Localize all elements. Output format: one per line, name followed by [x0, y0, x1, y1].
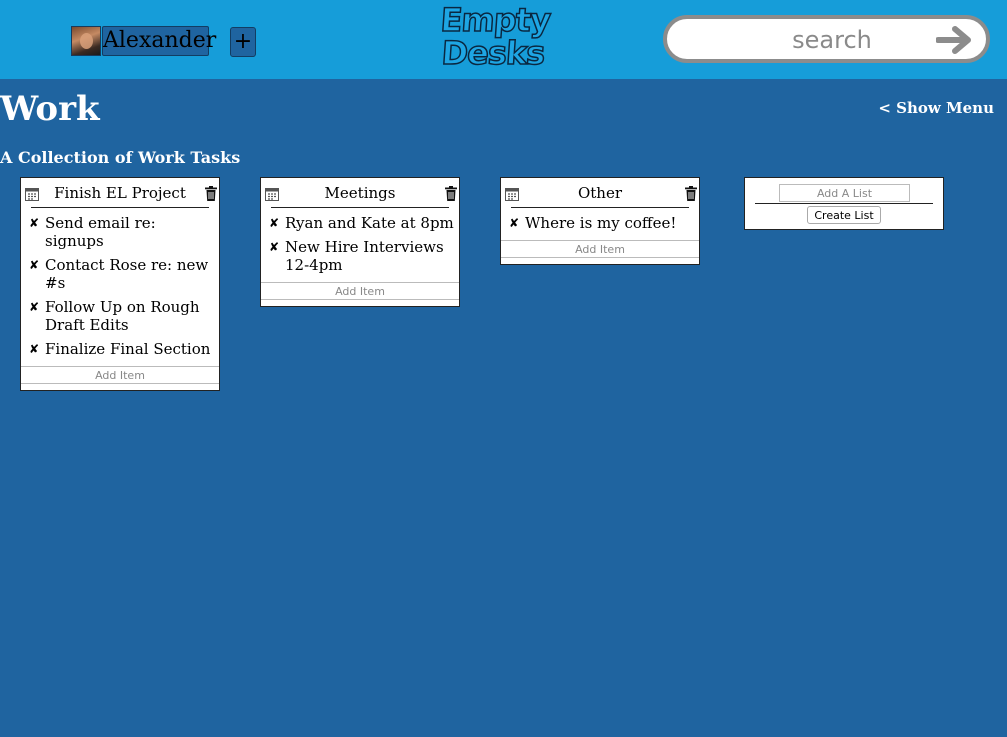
search-input[interactable]	[717, 22, 947, 58]
list-item-text: Ryan and Kate at 8pm	[285, 214, 454, 232]
list-item-text: Contact Rose re: new #s	[45, 256, 209, 292]
add-item-input[interactable]	[501, 240, 699, 258]
add-item-input[interactable]	[261, 282, 459, 300]
list-card: Finish EL Project ✘ Send email re: signup…	[20, 177, 220, 391]
page-subtitle: A Collection of Work Tasks	[0, 148, 241, 167]
top-bar: Alexander + Empty Desks	[0, 0, 1007, 79]
show-menu-link[interactable]: < Show Menu	[878, 99, 994, 117]
list-item: ✘ Send email re: signups	[21, 214, 219, 250]
list-item-text: Send email re: signups	[45, 214, 156, 250]
x-icon[interactable]: ✘	[269, 214, 279, 232]
list-item: ✘ Contact Rose re: new #s	[21, 256, 219, 292]
add-list-input[interactable]	[779, 184, 910, 202]
list-header: Finish EL Project	[25, 178, 217, 208]
list-card: Meetings ✘ Ryan and Kate at 8pm ✘ New Hire…	[260, 177, 460, 307]
search-box	[663, 15, 990, 63]
avatar[interactable]	[71, 26, 101, 56]
list-item: ✘ Where is my coffee!	[501, 214, 699, 232]
list-item: ✘ Follow Up on Rough Draft Edits	[21, 298, 219, 334]
divider	[755, 203, 933, 204]
x-icon[interactable]: ✘	[509, 214, 519, 232]
list-header: Meetings	[265, 178, 457, 208]
list-item-text: Finalize Final Section	[45, 340, 211, 358]
list-title: Finish EL Project	[54, 184, 186, 202]
list-title: Meetings	[324, 184, 396, 202]
list-item: ✘ Ryan and Kate at 8pm	[261, 214, 459, 232]
trash-icon[interactable]	[205, 186, 217, 201]
x-icon[interactable]: ✘	[29, 340, 39, 358]
new-list-card: Create List	[744, 177, 944, 230]
list-item-text: New Hire Interviews 12-4pm	[285, 238, 444, 274]
add-button[interactable]: +	[230, 27, 256, 57]
x-icon[interactable]: ✘	[29, 256, 39, 274]
page-title: Work	[0, 89, 100, 129]
arrow-right-icon[interactable]	[936, 25, 974, 55]
logo-line-2: Desks	[440, 33, 547, 73]
x-icon[interactable]: ✘	[29, 298, 39, 316]
trash-icon[interactable]	[685, 186, 697, 201]
create-list-button[interactable]: Create List	[807, 206, 881, 224]
x-icon[interactable]: ✘	[269, 238, 279, 256]
list-item: ✘ New Hire Interviews 12-4pm	[261, 238, 459, 274]
list-header: Other	[505, 178, 697, 208]
trash-icon[interactable]	[445, 186, 457, 201]
list-item: ✘ Finalize Final Section	[21, 340, 219, 358]
list-item-text: Follow Up on Rough Draft Edits	[45, 298, 200, 334]
logo-line-1: Empty	[439, 0, 552, 40]
list-title: Other	[577, 184, 623, 202]
logo[interactable]: Empty Desks	[436, 0, 553, 74]
add-item-input[interactable]	[21, 366, 219, 384]
list-item-text: Where is my coffee!	[525, 214, 677, 232]
x-icon[interactable]: ✘	[29, 214, 39, 232]
user-name-button[interactable]: Alexander	[102, 26, 216, 56]
list-card: Other ✘ Where is my coffee!	[500, 177, 700, 265]
